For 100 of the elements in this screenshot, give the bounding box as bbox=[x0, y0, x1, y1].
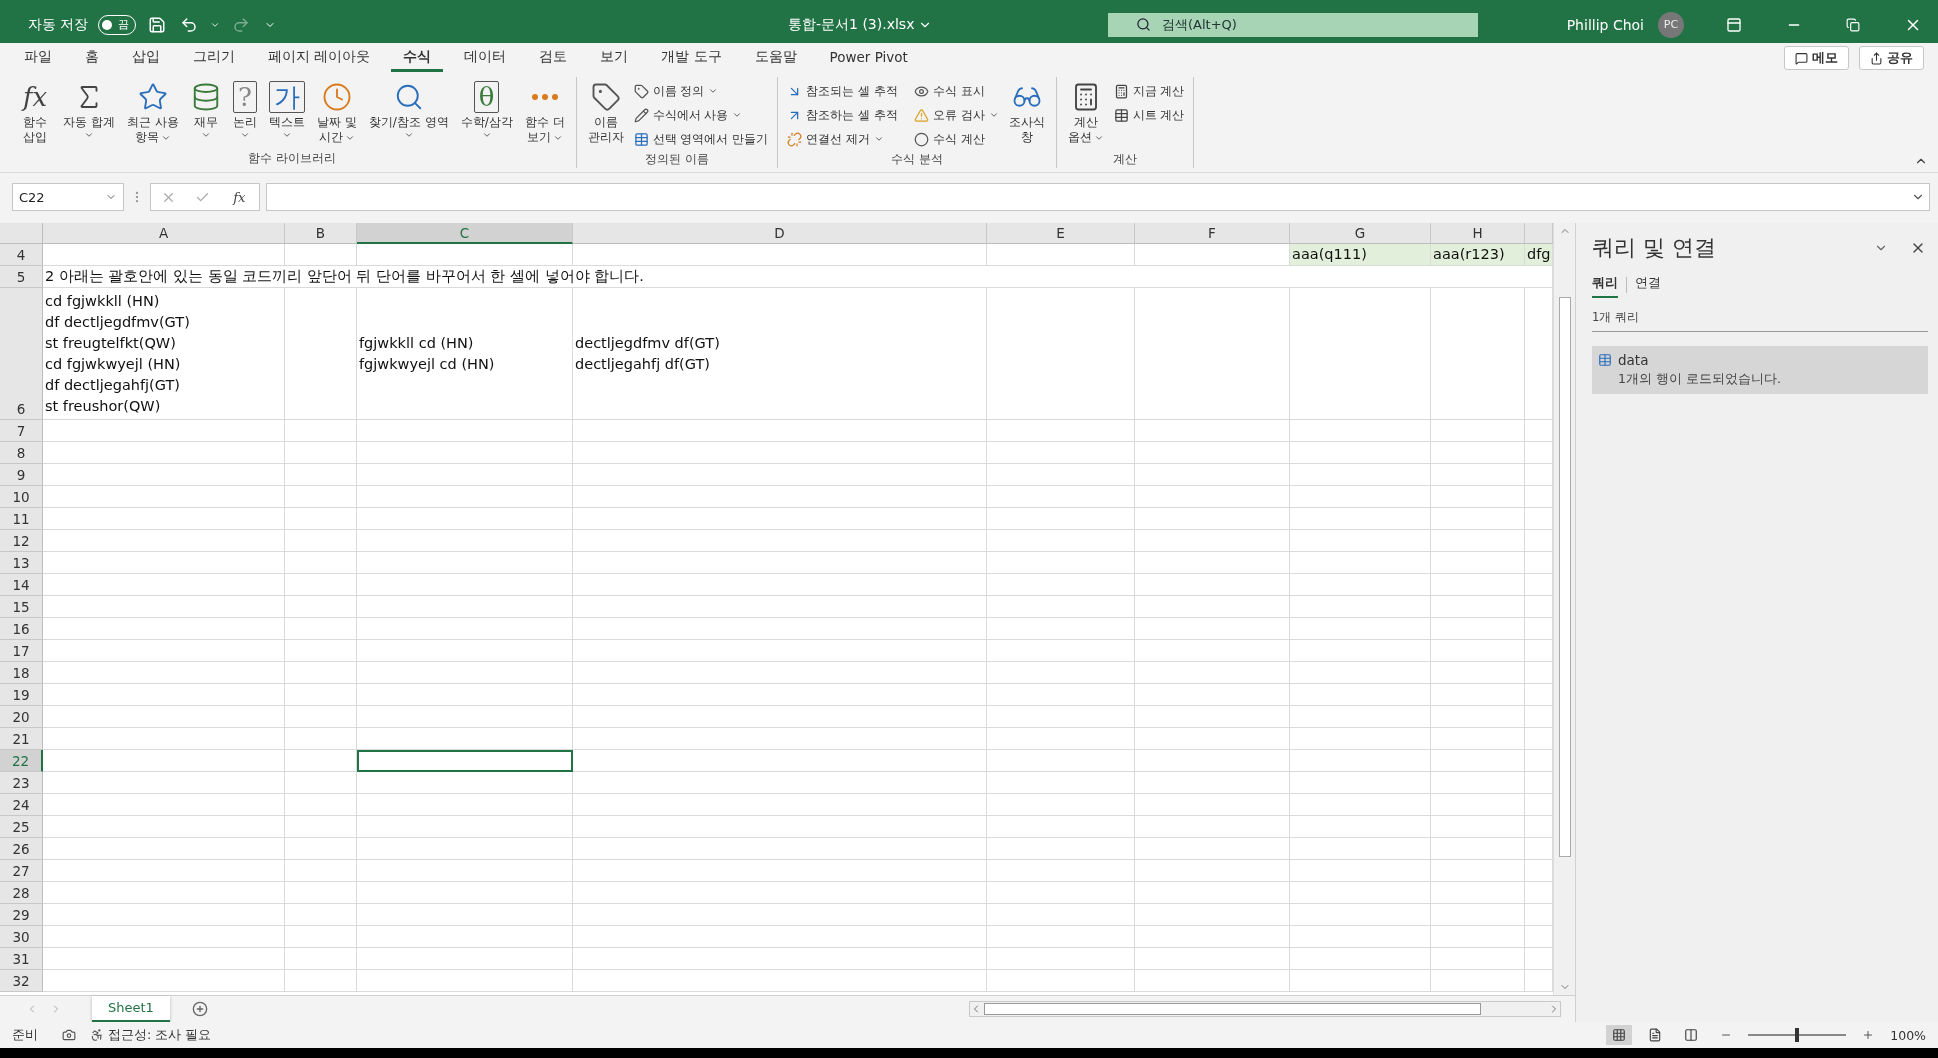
row-header[interactable]: 22 bbox=[0, 750, 43, 772]
empty-cell[interactable] bbox=[357, 882, 573, 904]
empty-cell[interactable] bbox=[573, 882, 987, 904]
row-header[interactable]: 23 bbox=[0, 772, 43, 794]
empty-cell[interactable] bbox=[1431, 882, 1525, 904]
ribbon-button[interactable]: 참조하는 셀 추적 bbox=[784, 103, 901, 127]
empty-cell[interactable] bbox=[285, 530, 357, 552]
empty-cell[interactable] bbox=[1135, 772, 1290, 794]
empty-cell[interactable] bbox=[1135, 486, 1290, 508]
empty-cell[interactable] bbox=[1431, 618, 1525, 640]
row-header[interactable]: 30 bbox=[0, 926, 43, 948]
empty-cell[interactable] bbox=[1135, 750, 1290, 772]
empty-cell[interactable] bbox=[1135, 794, 1290, 816]
empty-cell[interactable] bbox=[1431, 706, 1525, 728]
empty-cell[interactable] bbox=[573, 794, 987, 816]
column-header[interactable]: H bbox=[1431, 223, 1525, 244]
accessibility-status[interactable]: 접근성: 조사 필요 bbox=[108, 1026, 212, 1044]
empty-cell[interactable] bbox=[1290, 706, 1431, 728]
empty-cell[interactable] bbox=[573, 530, 987, 552]
row-header[interactable]: 5 bbox=[0, 266, 43, 288]
empty-cell[interactable] bbox=[573, 420, 987, 442]
empty-cell[interactable] bbox=[285, 442, 357, 464]
empty-cell[interactable] bbox=[1290, 772, 1431, 794]
column-header[interactable]: F bbox=[1135, 223, 1290, 244]
empty-cell[interactable] bbox=[1290, 794, 1431, 816]
empty-cell[interactable] bbox=[1135, 904, 1290, 926]
menu-tab[interactable]: 그리기 bbox=[181, 44, 247, 72]
horizontal-scrollbar[interactable] bbox=[969, 1001, 1561, 1018]
pane-tab[interactable]: 쿼리 bbox=[1592, 271, 1618, 298]
sheet-tab[interactable]: Sheet1 bbox=[92, 995, 170, 1022]
empty-cell[interactable] bbox=[357, 838, 573, 860]
ribbon-button[interactable]: 자동 합계 bbox=[58, 77, 121, 142]
ribbon-button[interactable]: 최근 사용 항목 bbox=[122, 77, 184, 147]
empty-cell[interactable] bbox=[987, 596, 1135, 618]
empty-cell[interactable] bbox=[573, 640, 987, 662]
empty-cell[interactable] bbox=[1290, 816, 1431, 838]
empty-cell[interactable] bbox=[357, 728, 573, 750]
empty-cell[interactable] bbox=[987, 772, 1135, 794]
empty-cell[interactable] bbox=[285, 486, 357, 508]
ribbon-button[interactable]: 함수 더 보기 bbox=[519, 77, 570, 147]
empty-cell[interactable] bbox=[987, 860, 1135, 882]
menu-tab[interactable]: Power Pivot bbox=[817, 44, 920, 72]
empty-cell[interactable] bbox=[573, 508, 987, 530]
empty-cell[interactable] bbox=[987, 904, 1135, 926]
empty-cell[interactable] bbox=[285, 882, 357, 904]
empty-cell[interactable] bbox=[357, 530, 573, 552]
ribbon-button[interactable]: 수식 표시 bbox=[910, 79, 1002, 103]
row-header[interactable]: 14 bbox=[0, 574, 43, 596]
row-header[interactable]: 12 bbox=[0, 530, 43, 552]
ribbon-button[interactable]: θ 수학/삼각 bbox=[455, 77, 518, 142]
empty-cell[interactable] bbox=[1135, 926, 1290, 948]
empty-cell[interactable] bbox=[357, 486, 573, 508]
empty-cell[interactable] bbox=[357, 662, 573, 684]
search-field[interactable]: 검색(Alt+Q) bbox=[1108, 12, 1478, 37]
column-header[interactable]: A bbox=[43, 223, 285, 244]
empty-cell[interactable] bbox=[285, 596, 357, 618]
empty-cell[interactable] bbox=[987, 486, 1135, 508]
row-header[interactable]: 9 bbox=[0, 464, 43, 486]
ribbon-button[interactable]: 수식에서 사용 bbox=[630, 103, 772, 127]
empty-cell[interactable] bbox=[1290, 508, 1431, 530]
comments-button[interactable]: 메모 bbox=[1784, 46, 1849, 70]
menu-tab[interactable]: 도움말 bbox=[742, 44, 809, 72]
empty-cell[interactable] bbox=[285, 948, 357, 970]
empty-cell[interactable] bbox=[1290, 596, 1431, 618]
insert-function-button[interactable]: fx bbox=[227, 188, 252, 206]
empty-cell[interactable] bbox=[1135, 882, 1290, 904]
empty-cell[interactable] bbox=[987, 464, 1135, 486]
empty-cell[interactable] bbox=[1290, 684, 1431, 706]
empty-cell[interactable] bbox=[1290, 728, 1431, 750]
empty-cell[interactable] bbox=[1290, 486, 1431, 508]
empty-cell[interactable] bbox=[285, 684, 357, 706]
empty-cell[interactable] bbox=[1431, 684, 1525, 706]
empty-cell[interactable] bbox=[1290, 288, 1431, 420]
formula-field[interactable] bbox=[266, 183, 1930, 211]
empty-cell[interactable] bbox=[357, 574, 573, 596]
empty-cell[interactable] bbox=[1290, 530, 1431, 552]
empty-cell[interactable] bbox=[573, 926, 987, 948]
row-header[interactable]: 17 bbox=[0, 640, 43, 662]
row-header[interactable]: 11 bbox=[0, 508, 43, 530]
empty-cell[interactable] bbox=[1431, 772, 1525, 794]
empty-cell[interactable] bbox=[573, 442, 987, 464]
row-header[interactable]: 26 bbox=[0, 838, 43, 860]
empty-cell[interactable] bbox=[1431, 640, 1525, 662]
empty-cell[interactable] bbox=[285, 420, 357, 442]
empty-cell[interactable] bbox=[285, 574, 357, 596]
empty-cell[interactable] bbox=[357, 596, 573, 618]
empty-cell[interactable] bbox=[573, 662, 987, 684]
empty-cell[interactable] bbox=[987, 838, 1135, 860]
empty-cell[interactable] bbox=[1290, 662, 1431, 684]
empty-cell[interactable] bbox=[1135, 706, 1290, 728]
empty-cell[interactable] bbox=[1290, 464, 1431, 486]
row-header[interactable]: 10 bbox=[0, 486, 43, 508]
empty-cell[interactable] bbox=[1431, 574, 1525, 596]
ribbon-button[interactable]: 이름 관리자 bbox=[582, 77, 629, 147]
empty-cell[interactable] bbox=[1431, 948, 1525, 970]
empty-cell[interactable] bbox=[285, 552, 357, 574]
empty-cell[interactable] bbox=[987, 948, 1135, 970]
empty-cell[interactable] bbox=[987, 442, 1135, 464]
empty-cell[interactable] bbox=[285, 728, 357, 750]
empty-cell[interactable] bbox=[1290, 618, 1431, 640]
